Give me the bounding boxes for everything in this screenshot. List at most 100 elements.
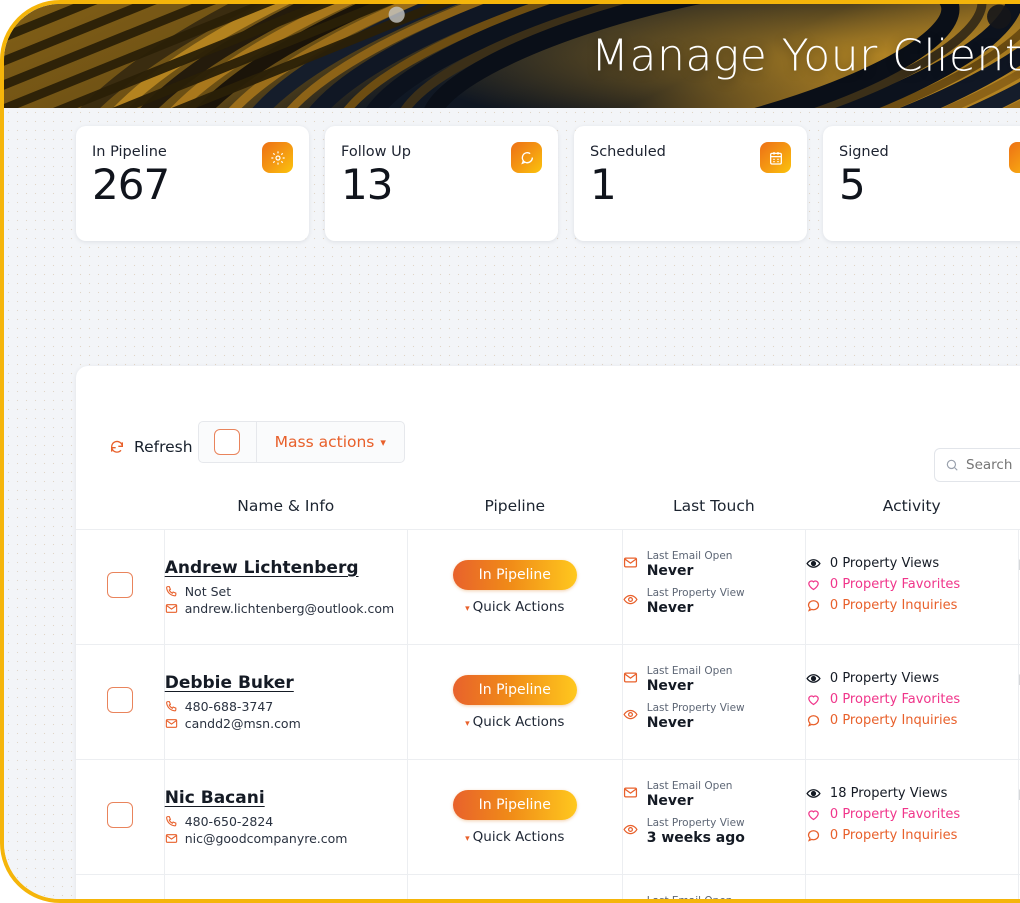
last-email-open-value: Never [647,563,733,580]
envelope-icon [623,670,638,685]
pipeline-status-button[interactable]: In Pipeline [453,675,577,705]
select-all-checkbox[interactable] [214,429,240,455]
clients-panel: Refresh Mass actions ▾ [76,366,1020,903]
phone-icon [165,815,178,828]
column-header-name-info: Name & Info [164,497,407,530]
activity-cell: 8 Property Views 0 Property Favorites 0 … [805,875,1018,903]
stat-card-scheduled[interactable]: Scheduled 1 [574,126,807,241]
name-info-cell: Andrew Lichtenberg Not Set andrew.lichte… [164,530,407,645]
property-favorites[interactable]: 0 Property Favorites [806,577,1018,592]
last-email-open-label: Last Email Open [647,550,733,563]
envelope-icon [165,602,178,615]
row-select-cell [76,875,164,903]
document-icon [1009,142,1020,173]
refresh-icon [109,439,125,455]
eye-icon [806,671,821,686]
pipeline-status-button[interactable]: In Pipeline [453,560,577,590]
client-name-link[interactable]: Andrew Lichtenberg [165,558,359,578]
search-box[interactable] [934,448,1020,482]
client-name-link[interactable]: Nic Bacani [165,788,265,808]
last-touch-cell: Last Email Open Never Last Property View… [622,760,805,875]
column-header-activity: Activity [805,497,1018,530]
table-row: Taft Lee +15206615351 tlee337@hotmail.co… [76,875,1020,903]
row-checkbox[interactable] [107,687,133,713]
caret-down-icon: ▾ [465,834,470,844]
client-phone: 480-688-3747 [165,699,407,714]
envelope-icon [623,555,638,570]
table-row: Nic Bacani 480-650-2824 nic@goodcompanyr… [76,760,1020,875]
stat-value: 5 [839,164,865,206]
client-email-label: nic@goodcompanyre.com [185,831,348,846]
property-views: 18 Property Views [806,786,1018,801]
client-phone: 480-650-2824 [165,814,407,829]
quick-actions-dropdown[interactable]: ▾Quick Actions [408,829,622,845]
property-favorites-label: 0 Property Favorites [830,692,960,707]
stat-card-in-pipeline[interactable]: In Pipeline 267 [76,126,309,241]
chevron-down-icon: ▾ [380,436,386,449]
property-inquiries[interactable]: 0 Property Inquiries [806,713,1018,728]
mass-actions-group: Mass actions ▾ [198,421,405,463]
property-favorites-label: 0 Property Favorites [830,807,960,822]
last-touch-cell: Last Email Open Never Last Property View… [622,645,805,760]
activity-cell: 0 Property Views 0 Property Favorites 0 … [805,530,1018,645]
table-header-row: Name & Info Pipeline Last Touch Activity… [76,497,1020,530]
page-body: In Pipeline 267 Follow Up 13 [4,108,1020,903]
client-phone-label: Not Set [185,584,231,599]
table-row: Andrew Lichtenberg Not Set andrew.lichte… [76,530,1020,645]
quick-actions-dropdown[interactable]: ▾Quick Actions [408,714,622,730]
mass-actions-dropdown[interactable]: Mass actions ▾ [257,422,404,462]
quick-actions-dropdown[interactable]: ▾Quick Actions [408,599,622,615]
refresh-button[interactable]: Refresh [109,438,193,456]
client-email: andrew.lichtenberg@outlook.com [165,601,407,616]
eye-icon [806,786,821,801]
pipeline-status-button[interactable]: In Pipeline [453,790,577,820]
gear-icon [262,142,293,173]
stat-card-follow-up[interactable]: Follow Up 13 [325,126,558,241]
property-views-label: 0 Property Views [830,671,939,686]
last-email-open: Last Email Open Never [623,780,805,810]
eye-icon [623,822,638,837]
envelope-icon [623,785,638,800]
stat-value: 13 [341,164,392,206]
envelope-icon [165,832,178,845]
last-email-open-value: Never [647,678,733,695]
property-favorites[interactable]: 0 Property Favorites [806,807,1018,822]
stat-value: 1 [590,164,616,206]
client-phone-label: 480-688-3747 [185,699,274,714]
client-name-link[interactable]: Debbie Buker [165,673,294,693]
stat-cards-row: In Pipeline 267 Follow Up 13 [76,126,1020,241]
select-all-cell [199,422,257,462]
property-views-label: 18 Property Views [830,786,947,801]
property-favorites[interactable]: 0 Property Favorites [806,692,1018,707]
last-touch-cell: Last Email Open Never Last Property View… [622,530,805,645]
table-head: Name & Info Pipeline Last Touch Activity… [76,497,1020,530]
property-inquiries-label: 0 Property Inquiries [830,713,957,728]
property-inquiries[interactable]: 0 Property Inquiries [806,828,1018,843]
name-info-cell: Debbie Buker 480-688-3747 candd2@msn.com [164,645,407,760]
client-email: nic@goodcompanyre.com [165,831,407,846]
property-inquiries-label: 0 Property Inquiries [830,828,957,843]
last-email-open: Last Email Open Never [623,550,805,580]
pipeline-cell: In Pipeline ▾Quick Actions [407,760,622,875]
activity-cell: 0 Property Views 0 Property Favorites 0 … [805,645,1018,760]
row-select-cell [76,760,164,875]
envelope-icon [165,717,178,730]
stat-card-signed[interactable]: Signed 5 [823,126,1020,241]
last-property-view: Last Property View Never [623,702,805,732]
search-input[interactable] [966,457,1020,473]
last-touch-cell: Last Email Open Never Last Property View… [622,875,805,903]
client-email-label: andrew.lichtenberg@outlook.com [185,601,395,616]
heart-icon [806,807,821,822]
row-checkbox[interactable] [107,802,133,828]
client-phone: Not Set [165,584,407,599]
phone-icon [165,585,178,598]
chat-bubble-icon [806,713,821,728]
last-property-view-label: Last Property View [647,817,745,830]
calendar-icon [760,142,791,173]
client-email-label: candd2@msn.com [185,716,301,731]
property-inquiries[interactable]: 0 Property Inquiries [806,598,1018,613]
chat-bubble-icon [511,142,542,173]
last-property-view-label: Last Property View [647,587,745,600]
last-email-open-label: Last Email Open [647,665,733,678]
row-checkbox[interactable] [107,572,133,598]
